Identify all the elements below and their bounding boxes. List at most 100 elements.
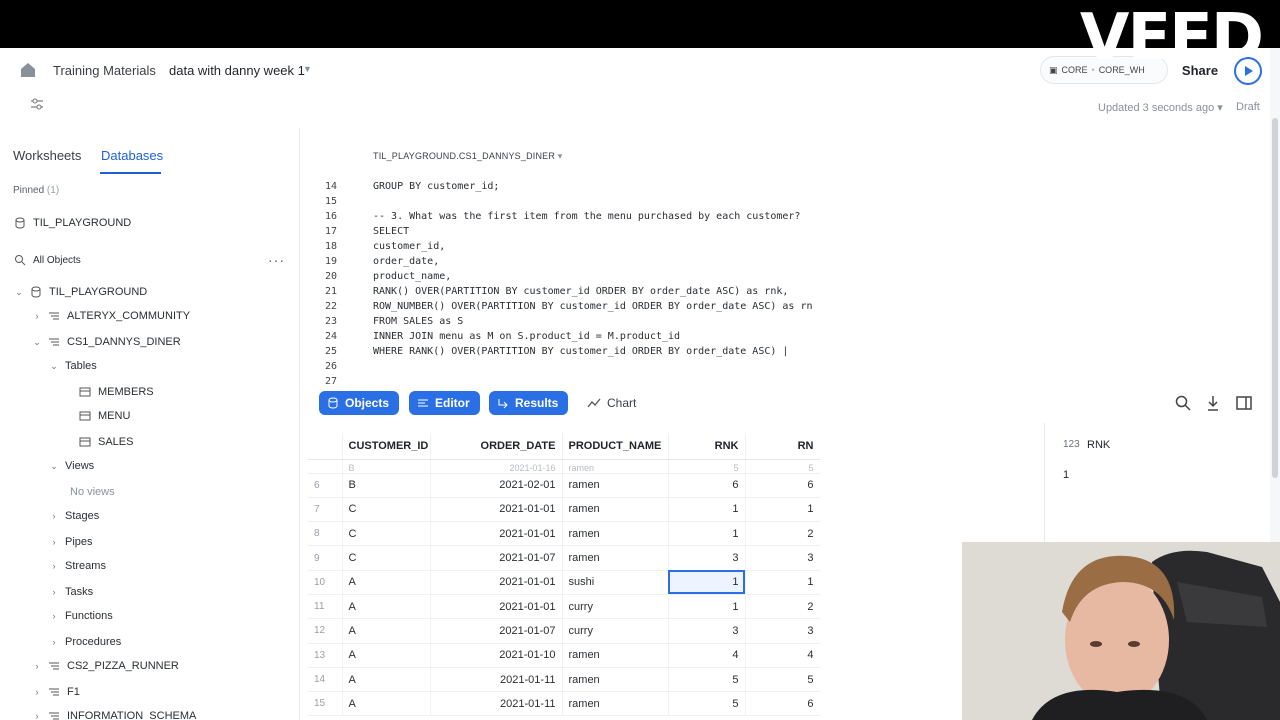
table-cell[interactable]: curry — [562, 594, 669, 620]
table-cell[interactable]: C — [342, 521, 431, 547]
table-cell[interactable]: 2021-01-01 — [430, 594, 563, 620]
code-line[interactable]: 15 — [300, 196, 337, 211]
table-cell[interactable]: 2021-01-10 — [430, 643, 563, 668]
table-cell[interactable]: B — [342, 459, 431, 474]
results-toggle-button[interactable]: Results — [489, 391, 569, 415]
code-line[interactable]: 27 — [300, 376, 337, 391]
table-cell[interactable]: 2021-01-11 — [430, 667, 563, 693]
chevron-right-icon[interactable]: › — [49, 637, 59, 647]
table-cell[interactable]: 2021-01-11 — [430, 691, 563, 717]
table-row[interactable]: 12 A 2021-01-07 curry 3 3 — [308, 618, 820, 644]
table-cell[interactable]: ramen — [562, 643, 669, 668]
table-row[interactable]: 11 A 2021-01-01 curry 1 2 — [308, 594, 820, 620]
table-cell[interactable]: 5 — [745, 459, 820, 474]
code-line[interactable]: 21 RANK() OVER(PARTITION BY customer_id O… — [300, 286, 788, 301]
table-cell[interactable]: 5 — [668, 667, 746, 693]
chevron-right-icon[interactable]: › — [32, 311, 42, 321]
download-icon[interactable] — [1204, 394, 1222, 412]
sql-editor[interactable]: TIL_PLAYGROUND.CS1_DANNYS_DINER ▾ 14 GROU… — [300, 128, 1270, 390]
chevron-down-icon[interactable]: ⌄ — [32, 337, 42, 348]
table-cell[interactable]: ramen — [562, 691, 669, 717]
table-cell[interactable]: 1 — [745, 497, 820, 523]
column-header[interactable]: RN — [745, 433, 820, 460]
code-line[interactable]: 20 product_name, — [300, 271, 451, 286]
chevron-right-icon[interactable]: › — [49, 511, 59, 521]
code-line[interactable]: 24 INNER JOIN menu as M on S.product_id =… — [300, 331, 680, 346]
tree-folder-tables[interactable]: ⌄ Tables — [49, 356, 97, 376]
table-row[interactable]: 6 B 2021-02-01 ramen 6 6 — [308, 473, 820, 498]
table-cell[interactable]: 5 — [668, 459, 746, 474]
context-selector[interactable]: TIL_PLAYGROUND.CS1_DANNYS_DINER ▾ — [373, 151, 563, 162]
home-icon[interactable] — [18, 60, 38, 80]
tree-folder-functions[interactable]: › Functions — [49, 606, 113, 626]
table-row[interactable]: 8 C 2021-01-01 ramen 1 2 — [308, 521, 820, 547]
table-cell[interactable]: 2021-01-01 — [430, 497, 563, 523]
table-cell[interactable]: A — [342, 618, 431, 644]
all-objects-filter[interactable]: All Objects — [14, 250, 81, 270]
chevron-right-icon[interactable]: › — [49, 537, 59, 547]
table-cell[interactable]: 1 — [668, 521, 746, 547]
table-cell[interactable]: A — [342, 643, 431, 668]
table-cell[interactable]: 2021-01-07 — [430, 545, 563, 571]
table-cell[interactable]: 2021-01-07 — [430, 618, 563, 644]
code-line[interactable]: 22 ROW_NUMBER() OVER(PARTITION BY custome… — [300, 301, 813, 316]
table-cell[interactable]: C — [342, 497, 431, 523]
table-row[interactable]: 15 A 2021-01-11 ramen 5 6 — [308, 691, 820, 717]
tree-folder-stages[interactable]: › Stages — [49, 506, 100, 526]
tree-database[interactable]: ⌄ TIL_PLAYGROUND — [14, 282, 147, 302]
table-row-partial[interactable]: B 2021-01-16 ramen 5 5 — [308, 459, 820, 474]
code-line[interactable]: 16 -- 3. What was the first item from the… — [300, 211, 801, 226]
table-cell[interactable]: sushi — [562, 570, 669, 595]
table-cell[interactable]: 4 — [668, 643, 746, 668]
column-header[interactable]: RNK — [668, 433, 746, 460]
table-cell[interactable]: curry — [562, 618, 669, 644]
tree-table[interactable]: MENU — [79, 406, 130, 426]
editor-toggle-button[interactable]: Editor — [409, 391, 480, 415]
table-cell[interactable]: A — [342, 691, 431, 717]
code-line[interactable]: 17 SELECT — [300, 226, 409, 241]
table-cell[interactable]: 2021-02-01 — [430, 473, 563, 498]
table-cell[interactable]: A — [342, 570, 431, 595]
tree-folder-procedures[interactable]: › Procedures — [49, 632, 122, 652]
table-cell[interactable]: 1 — [745, 570, 820, 595]
table-row[interactable]: 10 A 2021-01-01 sushi 1 1 — [308, 570, 820, 595]
table-cell[interactable]: B — [342, 473, 431, 498]
table-row[interactable]: 14 A 2021-01-11 ramen 5 5 — [308, 667, 820, 693]
table-cell[interactable]: 5 — [668, 691, 746, 717]
worksheet-title[interactable]: data with danny week 1 — [169, 63, 305, 78]
chevron-down-icon[interactable]: ⌄ — [49, 461, 59, 472]
table-cell[interactable]: A — [342, 667, 431, 693]
chevron-right-icon[interactable]: › — [32, 711, 42, 720]
chevron-right-icon[interactable]: › — [49, 561, 59, 571]
filter-icon[interactable] — [26, 95, 48, 113]
table-cell[interactable]: C — [342, 545, 431, 571]
column-header[interactable]: CUSTOMER_ID — [342, 433, 431, 460]
chevron-down-icon[interactable]: ⌄ — [14, 287, 24, 298]
tree-table[interactable]: MEMBERS — [79, 382, 154, 402]
chevron-right-icon[interactable]: › — [49, 611, 59, 621]
table-cell[interactable]: ramen — [562, 473, 669, 498]
code-line[interactable]: 26 — [300, 361, 337, 376]
objects-toggle-button[interactable]: Objects — [319, 391, 400, 415]
table-cell[interactable]: 1 — [668, 594, 746, 620]
last-updated[interactable]: Updated 3 seconds ago ▾ — [1098, 101, 1223, 114]
table-row[interactable]: 7 C 2021-01-01 ramen 1 1 — [308, 497, 820, 523]
chevron-down-icon[interactable]: ⌄ — [49, 361, 59, 372]
table-cell[interactable]: ramen — [562, 667, 669, 693]
table-cell[interactable]: 3 — [745, 618, 820, 644]
chevron-right-icon[interactable]: › — [49, 587, 59, 597]
chevron-right-icon[interactable]: › — [32, 687, 42, 697]
tree-schema[interactable]: › ALTERYX_COMMUNITY — [32, 306, 191, 326]
column-header[interactable]: PRODUCT_NAME — [562, 433, 669, 460]
chart-toggle-button[interactable]: Chart — [587, 391, 636, 415]
table-cell[interactable]: ramen — [562, 521, 669, 547]
table-cell[interactable]: 2021-01-01 — [430, 521, 563, 547]
code-line[interactable]: 19 order_date, — [300, 256, 439, 271]
table-cell[interactable]: 2021-01-01 — [430, 570, 563, 595]
column-header[interactable]: ORDER_DATE — [430, 433, 563, 460]
table-cell[interactable]: ramen — [562, 459, 669, 474]
tree-schema[interactable]: › F1 — [32, 682, 80, 702]
tree-schema[interactable]: › CS2_PIZZA_RUNNER — [32, 656, 179, 676]
table-cell[interactable]: 6 — [745, 691, 820, 717]
table-cell[interactable]: 1 — [668, 570, 746, 595]
